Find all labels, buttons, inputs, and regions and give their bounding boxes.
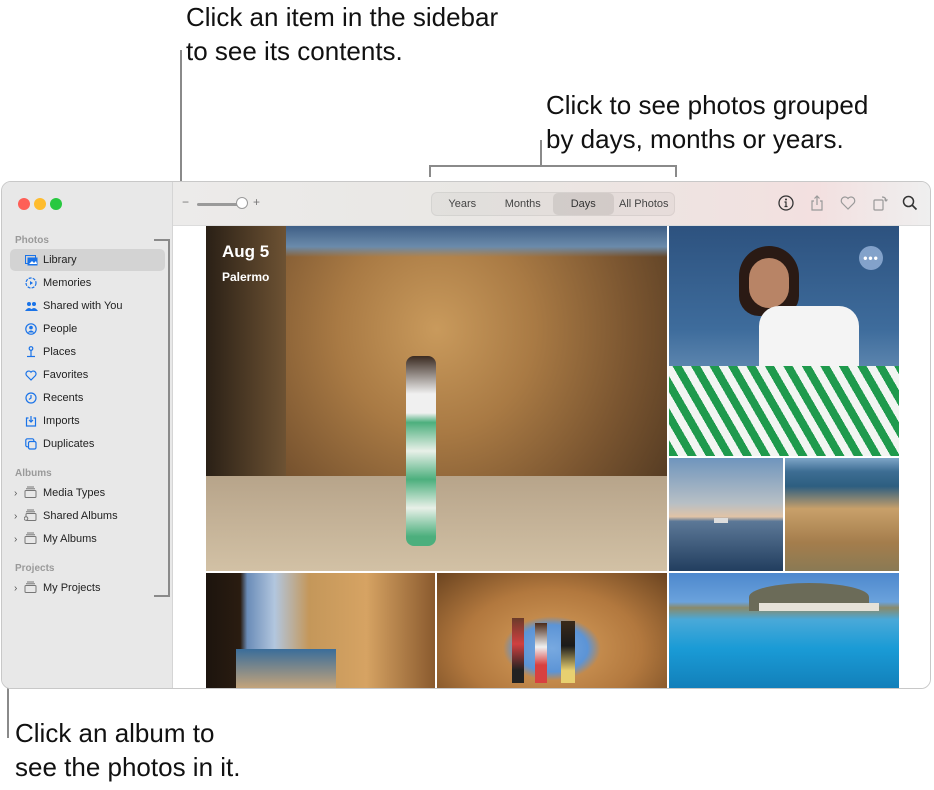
- zoom-slider-knob[interactable]: [236, 197, 248, 209]
- toolbar: − + Years Months Days All Photos: [173, 182, 930, 226]
- shared-with-you-icon: [24, 299, 38, 313]
- leader-bracket-left: [429, 165, 431, 177]
- fullscreen-button[interactable]: [50, 198, 62, 210]
- import-icon: [24, 414, 38, 428]
- callout-sidebar: Click an item in the sidebar to see its …: [186, 0, 498, 68]
- minimize-button[interactable]: [34, 198, 46, 210]
- callout-sidebar-line-2: to see its contents.: [186, 36, 403, 66]
- zoom-in-button[interactable]: +: [253, 195, 260, 209]
- project-icon: [24, 581, 38, 595]
- photo-coastal-cliffs[interactable]: [785, 458, 899, 571]
- sidebar-item-my-albums[interactable]: › My Albums: [10, 528, 165, 550]
- search-icon[interactable]: [901, 194, 921, 214]
- leader-bracket-right: [675, 165, 677, 177]
- sidebar-item-label: Memories: [43, 277, 92, 289]
- sidebar-item-favorites[interactable]: Favorites: [10, 364, 165, 386]
- clock-icon: [24, 391, 38, 405]
- photos-window: Photos Library Memories Shared with You …: [1, 181, 931, 689]
- sidebar-item-recents[interactable]: Recents: [10, 387, 165, 409]
- section-label-photos: Photos: [15, 235, 49, 246]
- album-icon: [24, 532, 38, 546]
- callout-grouping: Click to see photos grouped by days, mon…: [546, 88, 868, 156]
- sidebar-item-imports[interactable]: Imports: [10, 410, 165, 432]
- chevron-right-icon[interactable]: ›: [14, 511, 22, 522]
- sidebar-item-label: Shared Albums: [43, 510, 118, 522]
- photo-boat-sunset[interactable]: [669, 458, 783, 571]
- callout-album-line-2: see the photos in it.: [15, 752, 241, 782]
- sidebar-item-label: Media Types: [43, 487, 106, 499]
- sidebar-item-label: Shared with You: [43, 300, 123, 312]
- album-icon: [24, 486, 38, 500]
- sidebar-item-label: Places: [43, 346, 77, 358]
- info-icon[interactable]: [777, 194, 797, 214]
- duplicates-icon: [24, 437, 38, 451]
- share-icon[interactable]: [808, 194, 828, 214]
- sidebar-item-label: My Projects: [43, 582, 101, 594]
- sidebar-item-label: Imports: [43, 415, 80, 427]
- sidebar-item-people[interactable]: People: [10, 318, 165, 340]
- photo-grid: Aug 5 Palermo •••: [173, 226, 930, 688]
- section-label-albums: Albums: [15, 468, 52, 479]
- location-label: Palermo: [222, 270, 270, 284]
- photo-featured-cliffs[interactable]: Aug 5 Palermo: [206, 226, 667, 571]
- sidebar-item-label: Recents: [43, 392, 84, 404]
- chevron-right-icon[interactable]: ›: [14, 534, 22, 545]
- callout-album-line-1: Click an album to: [15, 718, 215, 748]
- heart-icon: [24, 368, 38, 382]
- photo-arch-group[interactable]: [437, 573, 667, 688]
- sidebar-item-media-types[interactable]: › Media Types: [10, 482, 165, 504]
- sidebar-item-label: Library: [43, 254, 77, 266]
- sidebar-item-duplicates[interactable]: Duplicates: [10, 433, 165, 455]
- leader-line-grouping: [540, 140, 542, 166]
- library-icon: [24, 253, 38, 267]
- sidebar-item-library[interactable]: Library: [10, 249, 165, 271]
- photo-portrait-woman[interactable]: •••: [669, 226, 899, 456]
- tab-months[interactable]: Months: [493, 193, 554, 215]
- bracket-sidebar-bottom: [154, 595, 170, 597]
- view-segmented-control: Years Months Days All Photos: [431, 192, 675, 216]
- zoom-out-button[interactable]: −: [182, 195, 189, 209]
- sidebar-item-memories[interactable]: Memories: [10, 272, 165, 294]
- sidebar-item-label: People: [43, 323, 78, 335]
- people-icon: [24, 322, 38, 336]
- section-label-projects: Projects: [15, 563, 55, 574]
- shared-album-icon: [23, 509, 38, 523]
- chevron-right-icon[interactable]: ›: [14, 488, 22, 499]
- places-icon: [24, 345, 38, 359]
- sidebar-item-shared-with-you[interactable]: Shared with You: [10, 295, 165, 317]
- chevron-right-icon[interactable]: ›: [14, 583, 22, 594]
- sidebar-item-label: Favorites: [43, 369, 89, 381]
- callout-sidebar-line-1: Click an item in the sidebar: [186, 2, 499, 32]
- sidebar-item-label: Duplicates: [43, 438, 95, 450]
- rotate-icon[interactable]: [871, 194, 891, 214]
- bracket-sidebar-vertical: [168, 239, 170, 597]
- memories-icon: [24, 276, 38, 290]
- favorite-heart-icon[interactable]: [839, 194, 859, 214]
- sidebar-item-my-projects[interactable]: › My Projects: [10, 577, 165, 599]
- tab-days[interactable]: Days: [553, 193, 614, 215]
- tab-years[interactable]: Years: [432, 193, 493, 215]
- more-options-button[interactable]: •••: [859, 246, 883, 270]
- sidebar-item-shared-albums[interactable]: › Shared Albums: [10, 505, 165, 527]
- callout-grouping-line-1: Click to see photos grouped: [546, 90, 869, 120]
- leader-bracket-grouping: [429, 165, 677, 167]
- close-button[interactable]: [18, 198, 30, 210]
- sidebar: Photos Library Memories Shared with You …: [2, 182, 173, 688]
- callout-grouping-line-2: by days, months or years.: [546, 124, 844, 154]
- sidebar-item-places[interactable]: Places: [10, 341, 165, 363]
- callout-album: Click an album to see the photos in it.: [15, 716, 240, 784]
- sidebar-item-label: My Albums: [43, 533, 97, 545]
- photo-bay-village[interactable]: [669, 573, 899, 688]
- tab-all-photos[interactable]: All Photos: [614, 193, 675, 215]
- date-title: Aug 5: [222, 242, 270, 261]
- photo-cave-woman[interactable]: [206, 573, 435, 688]
